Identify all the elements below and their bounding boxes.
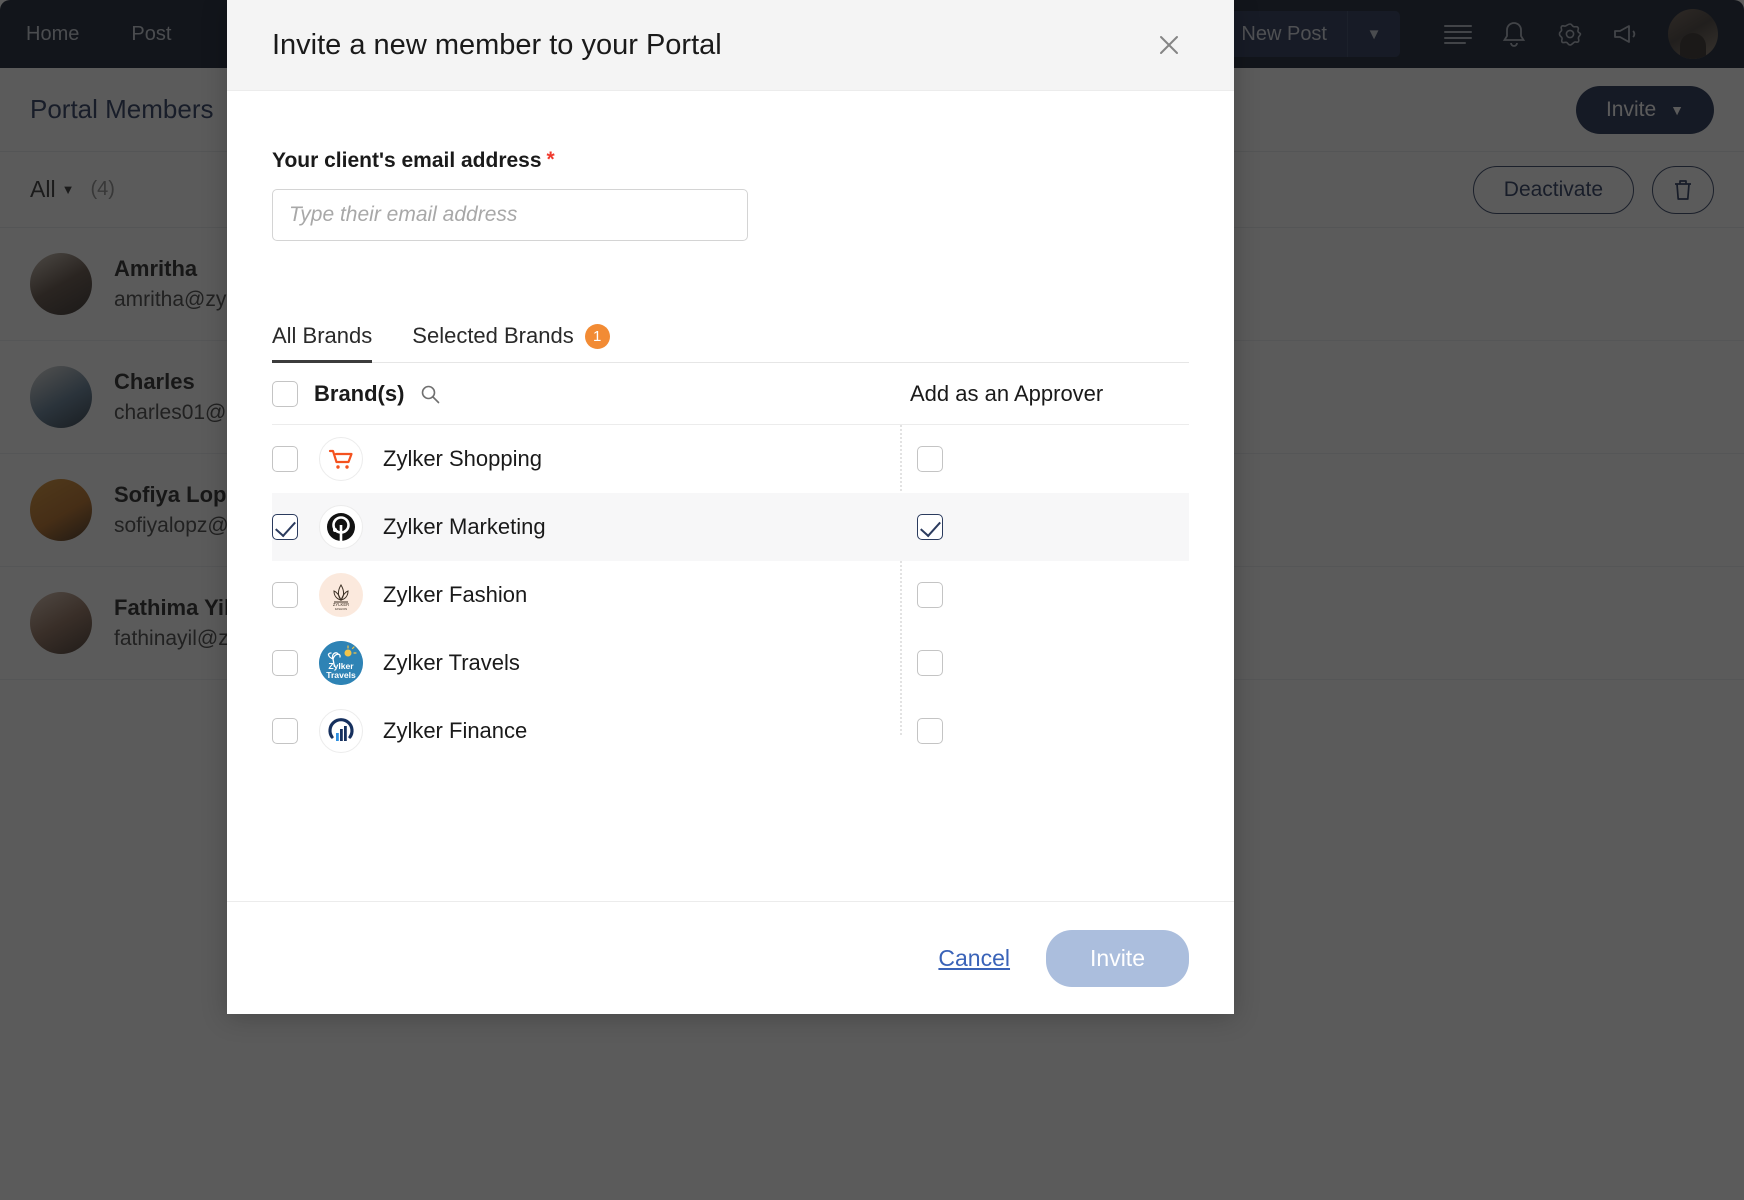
marketing-icon: [319, 505, 363, 549]
select-all-checkbox[interactable]: [272, 381, 298, 407]
email-field-label: Your client's email address *: [272, 149, 1189, 173]
brand-name: Zylker Finance: [383, 718, 527, 744]
palm-icon: Zylker Travels: [319, 641, 363, 685]
svg-text:FASHION: FASHION: [335, 607, 347, 611]
table-row[interactable]: Zylker Travels Zylker Travels: [272, 629, 1189, 697]
invite-member-modal: Invite a new member to your Portal Your …: [227, 0, 1234, 1014]
table-row[interactable]: Zylker Marketing: [272, 493, 1189, 561]
brand-select-checkbox[interactable]: [272, 650, 298, 676]
brand-tabs: All Brands Selected Brands 1: [272, 313, 1189, 363]
approver-column-header: Add as an Approver: [910, 381, 1103, 407]
approver-checkbox[interactable]: [917, 582, 943, 608]
table-row[interactable]: Zylker Shopping: [272, 425, 1189, 493]
approver-cell: [917, 718, 943, 744]
search-icon[interactable]: [420, 384, 440, 404]
approver-cell: [917, 582, 943, 608]
brand-select-checkbox[interactable]: [272, 582, 298, 608]
table-row[interactable]: ZYLKER FASHION Zylker Fashion: [272, 561, 1189, 629]
modal-footer: Cancel Invite: [227, 901, 1234, 1014]
approver-cell: [917, 446, 943, 472]
brand-name: Zylker Shopping: [383, 446, 542, 472]
tab-selected-brands[interactable]: Selected Brands 1: [412, 323, 609, 362]
table-row[interactable]: Zylker Finance: [272, 697, 1189, 765]
brand-column-label: Brand(s): [314, 381, 404, 407]
close-icon[interactable]: [1149, 25, 1189, 65]
approver-checkbox[interactable]: [917, 514, 943, 540]
status-badge: 1: [585, 324, 610, 349]
brand-select-checkbox[interactable]: [272, 446, 298, 472]
required-asterisk: *: [547, 149, 555, 170]
cart-icon: [319, 437, 363, 481]
approver-cell: [917, 514, 943, 540]
tab-selected-brands-label: Selected Brands: [412, 323, 573, 349]
brand-table-header: Brand(s) Add as an Approver: [272, 363, 1189, 425]
brand-name: Zylker Marketing: [383, 514, 546, 540]
approver-cell: [917, 650, 943, 676]
invite-button[interactable]: Invite: [1046, 930, 1189, 987]
brand-select-checkbox[interactable]: [272, 718, 298, 744]
modal-body: Your client's email address * All Brands…: [227, 91, 1234, 901]
modal-header: Invite a new member to your Portal: [227, 0, 1234, 91]
approver-checkbox[interactable]: [917, 718, 943, 744]
email-input[interactable]: [272, 189, 748, 241]
lotus-icon: ZYLKER FASHION: [319, 573, 363, 617]
brand-select-checkbox[interactable]: [272, 514, 298, 540]
approver-checkbox[interactable]: [917, 446, 943, 472]
approver-checkbox[interactable]: [917, 650, 943, 676]
tab-all-brands[interactable]: All Brands: [272, 323, 372, 362]
tab-all-brands-label: All Brands: [272, 323, 372, 349]
brand-name: Zylker Fashion: [383, 582, 527, 608]
modal-title: Invite a new member to your Portal: [272, 29, 722, 62]
email-field-label-text: Your client's email address: [272, 149, 542, 173]
brand-name: Zylker Travels: [383, 650, 520, 676]
cancel-button[interactable]: Cancel: [938, 945, 1010, 972]
brand-column-header: Brand(s): [272, 381, 440, 407]
svg-text:Travels: Travels: [326, 670, 356, 680]
chart-icon: [319, 709, 363, 753]
